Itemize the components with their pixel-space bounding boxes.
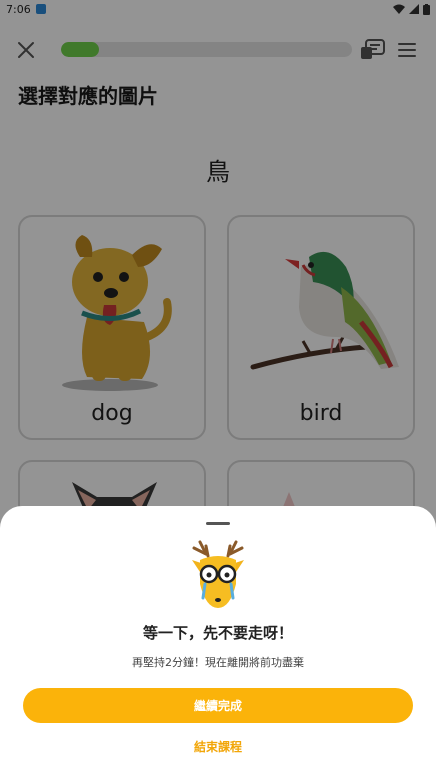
end-course-link[interactable]: 結束課程: [0, 738, 436, 755]
sheet-drag-handle[interactable]: [206, 522, 230, 525]
deer-mascot-icon: [192, 540, 244, 608]
dialog-message: 再堅持2分鐘！現在離開將前功盡棄: [132, 656, 304, 669]
dialog-title: 等一下，先不要走呀！: [142, 624, 293, 642]
exit-confirmation-sheet: 等一下，先不要走呀！ 再堅持2分鐘！現在離開將前功盡棄 繼續完成 結束課程: [0, 506, 436, 775]
continue-button[interactable]: 繼續完成: [23, 688, 413, 723]
